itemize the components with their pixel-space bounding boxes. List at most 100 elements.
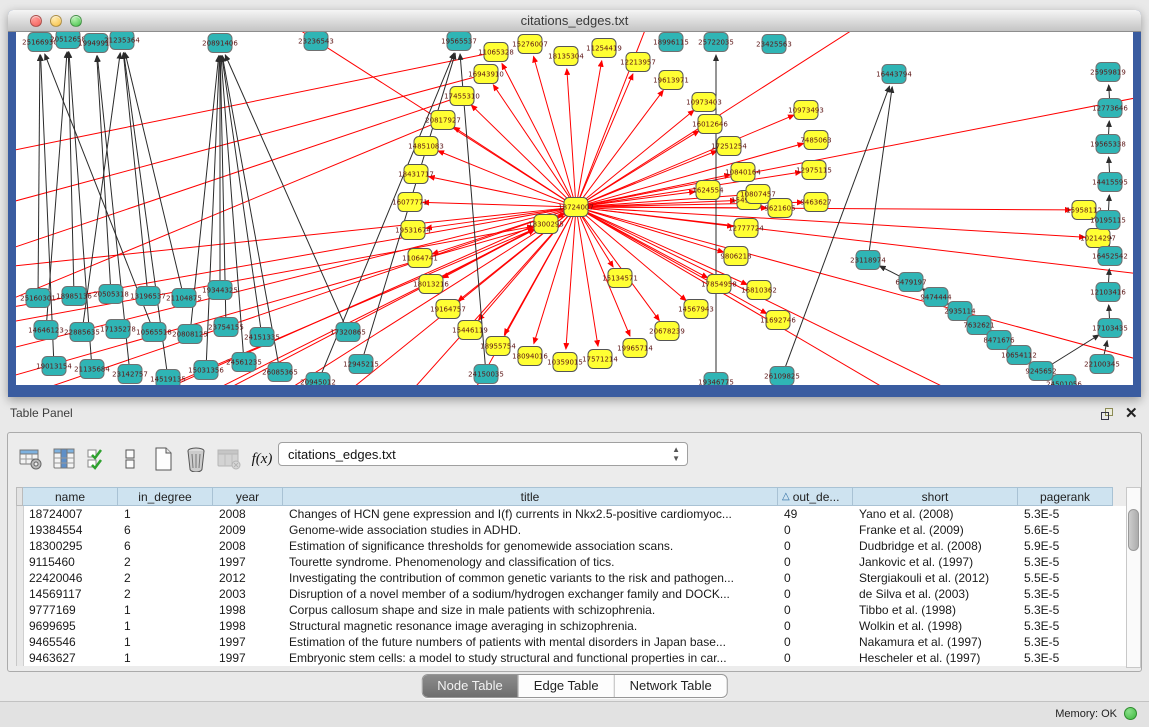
network-node[interactable]: 11065328 <box>478 43 514 62</box>
network-node[interactable]: 9621605 <box>764 199 795 218</box>
network-node[interactable]: 21104875 <box>166 289 202 308</box>
cell-short[interactable]: Tibbo et al. (1998) <box>854 603 1019 617</box>
cell-out-de-[interactable]: 0 <box>779 635 854 649</box>
cell-name[interactable]: 22420046 <box>24 571 119 585</box>
network-node[interactable]: 25959819 <box>1090 63 1126 82</box>
network-node[interactable]: 17455310 <box>444 87 480 106</box>
cell-short[interactable]: de Silva et al. (2003) <box>854 587 1019 601</box>
table-row[interactable]: 2242004622012Investigating the contribut… <box>17 570 1128 586</box>
table-row[interactable]: 1872400712008Changes of HCN gene express… <box>17 506 1128 522</box>
cell-in-degree[interactable]: 2 <box>119 555 214 569</box>
table-row[interactable]: 1938455462009Genome-wide association stu… <box>17 522 1128 538</box>
cell-short[interactable]: Hescheler et al. (1997) <box>854 651 1019 665</box>
cell-in-degree[interactable]: 1 <box>119 619 214 633</box>
cell-out-de-[interactable]: 0 <box>779 603 854 617</box>
network-node[interactable]: 12777724 <box>728 219 764 238</box>
column-header-year[interactable]: year <box>213 487 283 506</box>
network-node[interactable]: 19346775 <box>698 373 734 386</box>
cell-in-degree[interactable]: 6 <box>119 539 214 553</box>
cell-title[interactable]: Corpus callosum shape and size in male p… <box>284 603 779 617</box>
network-node[interactable]: 10973493 <box>788 101 824 120</box>
column-header-pagerank[interactable]: pagerank <box>1018 487 1113 506</box>
cell-short[interactable]: Jankovic et al. (1997) <box>854 555 1019 569</box>
network-node[interactable]: 15276007 <box>512 35 548 54</box>
network-canvas[interactable]: 1872400711065328152760071813530411254419… <box>16 32 1133 385</box>
table-settings-button[interactable] <box>16 444 46 474</box>
network-node[interactable]: 20808125 <box>172 325 208 344</box>
delete-rows-button[interactable] <box>181 444 211 474</box>
cell-year[interactable]: 2008 <box>214 507 284 521</box>
network-node[interactable]: 19613971 <box>653 71 689 90</box>
cell-out-de-[interactable]: 0 <box>779 651 854 665</box>
network-node[interactable]: 17251254 <box>711 137 747 156</box>
network-node[interactable]: 23142757 <box>112 365 148 384</box>
delete-table-button-disabled[interactable] <box>214 444 244 474</box>
network-node[interactable]: 20945012 <box>300 373 336 386</box>
cell-pagerank[interactable]: 5.3E-5 <box>1019 555 1114 569</box>
network-node[interactable]: 22100345 <box>1084 355 1120 374</box>
scrollbar-thumb[interactable] <box>1128 509 1139 551</box>
close-panel-icon[interactable]: ✕ <box>1125 404 1138 422</box>
network-node[interactable]: 25722035 <box>698 33 734 52</box>
network-edge[interactable] <box>493 85 571 200</box>
network-node[interactable]: 9463627 <box>800 193 831 212</box>
cell-out-de-[interactable]: 0 <box>779 539 854 553</box>
cell-short[interactable]: Stergiakouli et al. (2012) <box>854 571 1019 585</box>
cell-year[interactable]: 1997 <box>214 651 284 665</box>
network-edge[interactable] <box>423 202 567 206</box>
cell-pagerank[interactable]: 5.3E-5 <box>1019 603 1114 617</box>
network-edge[interactable] <box>580 74 633 199</box>
cell-pagerank[interactable]: 5.9E-5 <box>1019 539 1114 553</box>
network-edge[interactable] <box>83 53 120 323</box>
cell-pagerank[interactable]: 5.3E-5 <box>1019 651 1114 665</box>
memory-status-dot[interactable] <box>1124 707 1137 720</box>
network-node[interactable]: 10214297 <box>1080 229 1116 248</box>
cell-title[interactable]: Structural magnetic resonance image aver… <box>284 619 779 633</box>
cell-title[interactable]: Disruption of a novel member of a sodium… <box>284 587 779 601</box>
tab-network-table[interactable]: Network Table <box>614 675 727 697</box>
column-header-name[interactable]: name <box>23 487 118 506</box>
network-edge[interactable] <box>585 209 1133 367</box>
network-node[interactable]: 19164757 <box>430 300 466 319</box>
network-edge[interactable] <box>123 53 147 287</box>
network-node[interactable]: 10565518 <box>136 323 172 342</box>
network-node[interactable]: 16012646 <box>692 115 728 134</box>
network-node[interactable]: 16810362 <box>741 281 777 300</box>
network-node[interactable]: 18996115 <box>653 33 689 52</box>
cell-year[interactable]: 1998 <box>214 603 284 617</box>
table-row[interactable]: 911546021997Tourette syndrome. Phenomeno… <box>17 554 1128 570</box>
network-node[interactable]: 26109825 <box>764 367 800 386</box>
network-edge[interactable] <box>1109 85 1110 99</box>
network-edge[interactable] <box>1104 341 1107 356</box>
float-panel-icon[interactable] <box>1101 408 1115 421</box>
network-edge[interactable] <box>429 177 567 206</box>
network-node[interactable]: 6479197 <box>895 273 926 292</box>
cell-out-de-[interactable]: 0 <box>779 619 854 633</box>
cell-pagerank[interactable]: 5.3E-5 <box>1019 619 1114 633</box>
column-header-in-degree[interactable]: in_degree <box>118 487 213 506</box>
network-edge[interactable] <box>1108 269 1109 283</box>
cell-in-degree[interactable]: 2 <box>119 587 214 601</box>
network-node[interactable]: 17135278 <box>100 320 136 339</box>
network-node[interactable]: 19565537 <box>441 32 477 51</box>
cell-in-degree[interactable]: 1 <box>119 603 214 617</box>
network-edge[interactable] <box>1108 121 1109 135</box>
network-edge[interactable] <box>206 56 219 361</box>
cell-in-degree[interactable]: 1 <box>119 651 214 665</box>
cell-year[interactable]: 1997 <box>214 635 284 649</box>
table-row[interactable]: 946362711997Embryonic stem cells: a mode… <box>17 650 1128 666</box>
cell-name[interactable]: 14569117 <box>24 587 119 601</box>
network-node[interactable]: 24150035 <box>468 365 504 384</box>
cell-name[interactable]: 19384554 <box>24 523 119 537</box>
network-edge[interactable] <box>16 209 567 362</box>
cell-year[interactable]: 2009 <box>214 523 284 537</box>
network-node[interactable]: 19565338 <box>1090 135 1126 154</box>
cell-name[interactable]: 18724007 <box>24 507 119 521</box>
network-node[interactable]: 20678239 <box>649 322 685 341</box>
cell-name[interactable]: 9115460 <box>24 555 119 569</box>
network-edge[interactable] <box>38 55 40 289</box>
tab-edge-table[interactable]: Edge Table <box>518 675 614 697</box>
cell-pagerank[interactable]: 5.3E-5 <box>1019 507 1114 521</box>
cell-year[interactable]: 2012 <box>214 571 284 585</box>
window-titlebar[interactable]: citations_edges.txt <box>8 10 1141 32</box>
